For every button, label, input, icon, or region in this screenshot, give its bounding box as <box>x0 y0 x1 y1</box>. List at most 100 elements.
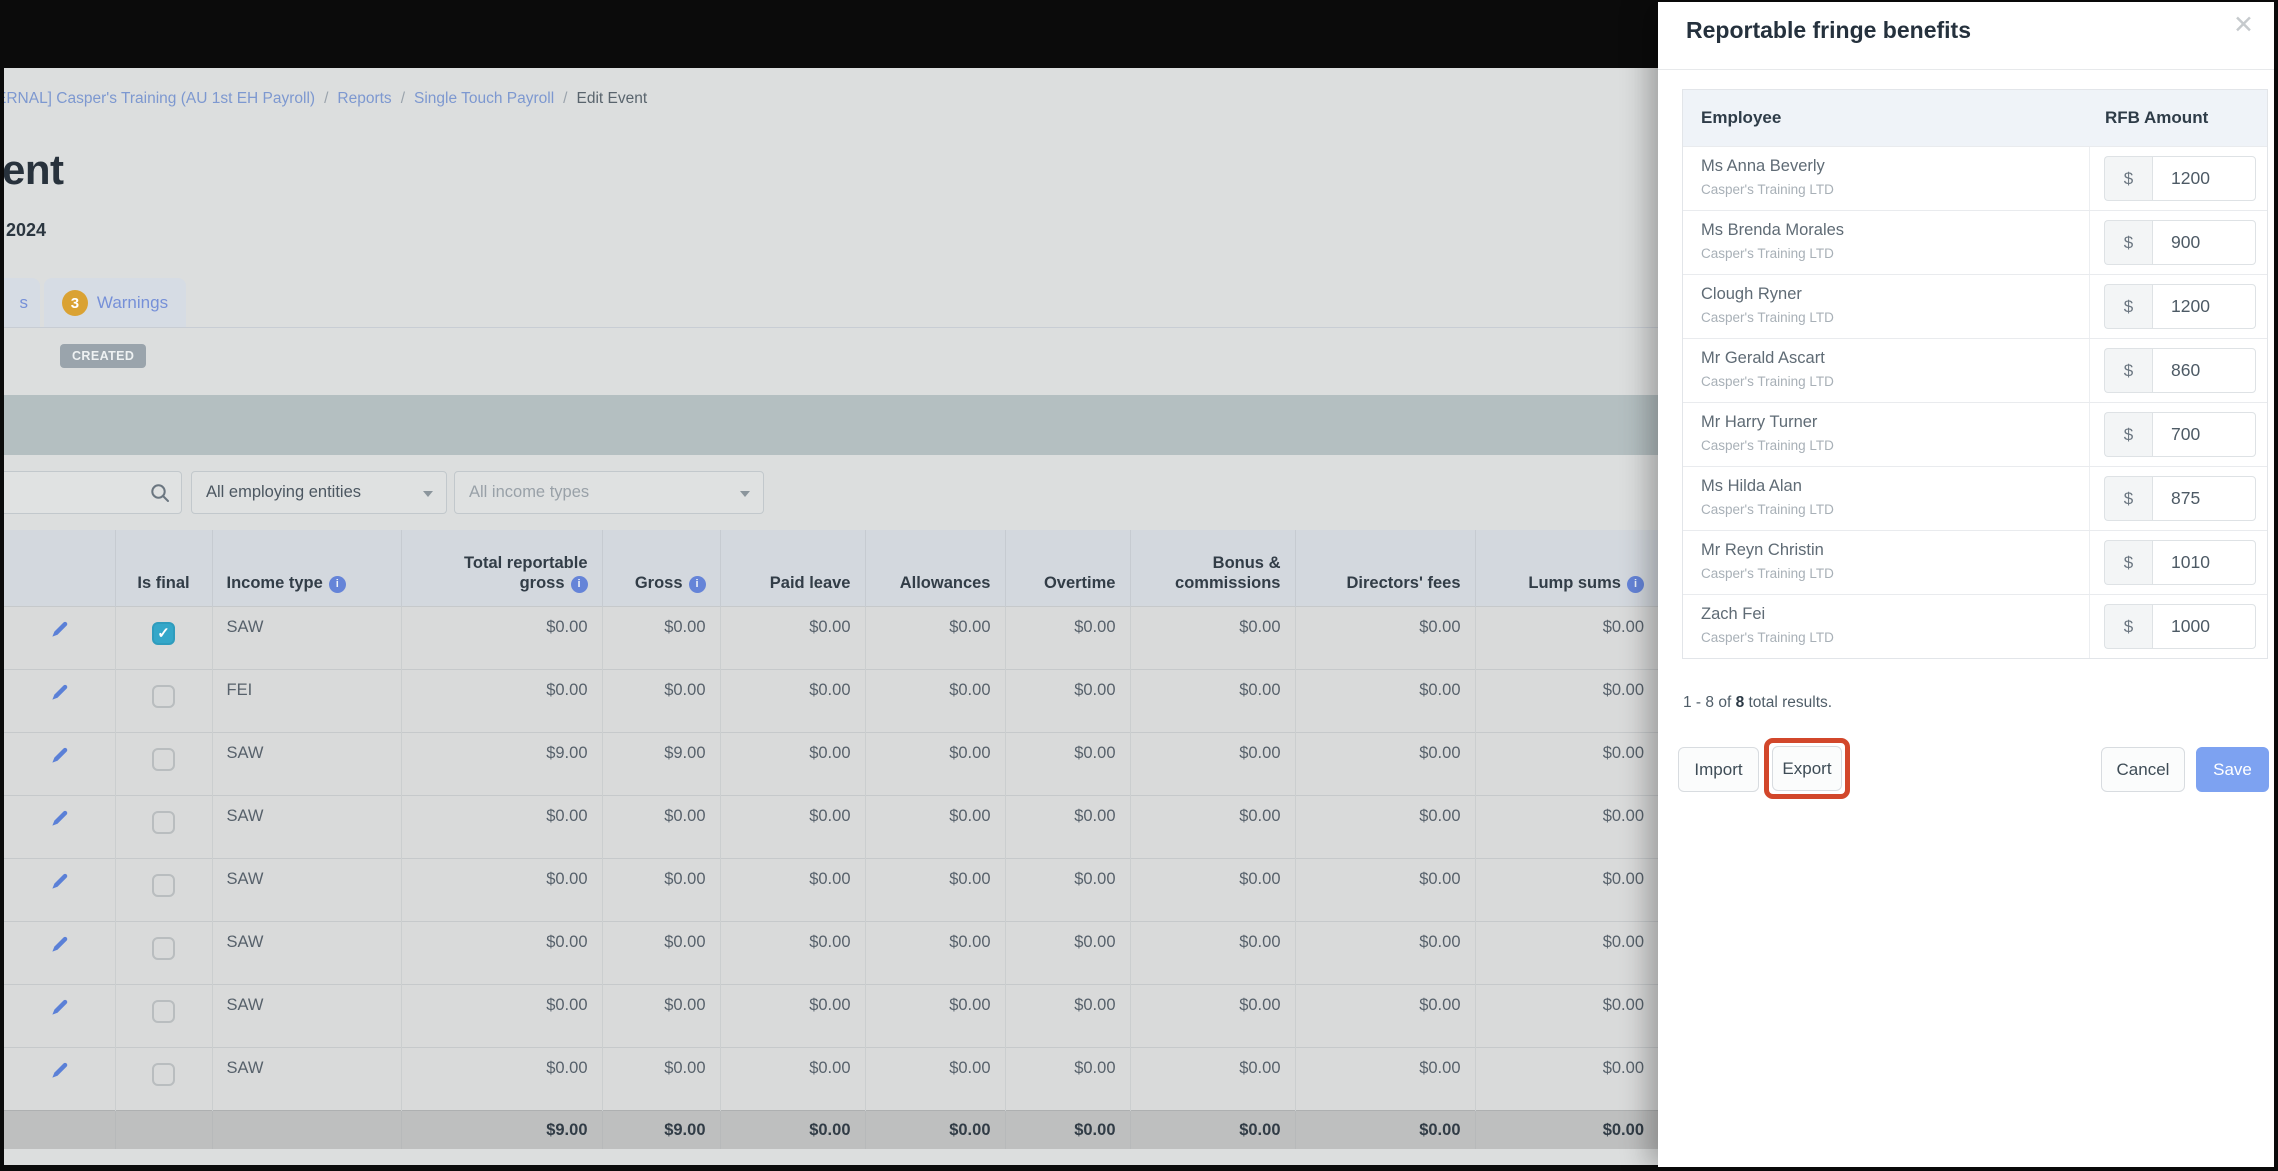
column-header-overtime: Overtime <box>1004 530 1130 607</box>
totals-amount-cell: $0.00 <box>864 1110 1005 1149</box>
edit-pencil-icon[interactable] <box>50 936 69 958</box>
is-final-checkbox[interactable] <box>152 1063 175 1086</box>
is-final-checkbox[interactable] <box>152 937 175 960</box>
panel-title: Reportable fringe benefits <box>1686 17 1971 43</box>
is-final-checkbox[interactable] <box>152 811 175 834</box>
rfb-amount-cell: $ <box>2089 211 2267 274</box>
rfb-amount-input[interactable] <box>2152 604 2256 649</box>
rfb-row: Clough Ryner Casper's Training LTD $ <box>1683 274 2267 338</box>
employee-name: Mr Harry Turner <box>1701 413 1818 431</box>
edit-cell <box>4 606 115 670</box>
breadcrumb-link[interactable]: ERNAL] Casper's Training (AU 1st EH Payr… <box>4 90 315 107</box>
amount-cell: $0.00 <box>1004 984 1130 1048</box>
edit-pencil-icon[interactable] <box>50 1062 69 1084</box>
info-icon[interactable]: i <box>570 576 588 594</box>
rfb-amount-cell: $ <box>2089 339 2267 402</box>
info-icon[interactable]: i <box>1627 576 1644 594</box>
amount-cell: $0.00 <box>601 858 720 922</box>
amount-cell: $0.00 <box>864 732 1005 796</box>
edit-pencil-icon[interactable] <box>50 999 69 1021</box>
amount-cell: $0.00 <box>1294 984 1475 1048</box>
table-row: SAW $0.00 $0.00 $0.00 $0.00 $0.00 $0.00 $0.00 $0… <box>4 921 1658 985</box>
amount-cell: $0.00 <box>1129 1047 1295 1111</box>
amount-cell: $0.00 <box>864 606 1005 670</box>
rfb-amount-input[interactable] <box>2152 476 2256 521</box>
edit-pencil-icon[interactable] <box>50 747 69 769</box>
rfb-amount-input[interactable] <box>2152 412 2256 457</box>
column-header-income_type: Income type i <box>211 530 401 607</box>
rfb-amount-group: $ <box>2104 348 2256 393</box>
tab-partial[interactable]: s <box>4 278 40 328</box>
is-final-checkbox[interactable] <box>152 874 175 897</box>
rfb-amount-input[interactable] <box>2152 156 2256 201</box>
info-icon[interactable]: i <box>688 576 706 594</box>
rfb-amount-input[interactable] <box>2152 348 2256 393</box>
employee-cell: Ms Brenda Morales Casper's Training LTD <box>1683 211 2089 274</box>
rfb-amount-group: $ <box>2104 220 2256 265</box>
amount-cell: $0.00 <box>1294 858 1475 922</box>
is-final-cell <box>114 669 212 733</box>
is-final-checkbox[interactable]: ✓ <box>152 622 175 645</box>
amount-cell: $0.00 <box>400 795 602 859</box>
amount-cell: $0.00 <box>601 669 720 733</box>
export-highlight-annotation: Export <box>1764 738 1850 799</box>
amount-cell: $0.00 <box>1129 858 1295 922</box>
amount-cell: $0.00 <box>864 858 1005 922</box>
employee-company: Casper's Training LTD <box>1701 566 1834 581</box>
import-button[interactable]: Import <box>1678 747 1759 792</box>
chevron-down-icon <box>740 491 750 497</box>
table-row: SAW $0.00 $0.00 $0.00 $0.00 $0.00 $0.00 $0.00 $0… <box>4 984 1658 1048</box>
amount-cell: $0.00 <box>719 858 865 922</box>
is-final-checkbox[interactable] <box>152 685 175 708</box>
info-icon[interactable]: i <box>328 576 346 594</box>
amount-cell: $0.00 <box>400 984 602 1048</box>
employing-entities-select[interactable]: All employing entities <box>191 471 447 514</box>
search-input[interactable] <box>4 476 147 510</box>
amount-cell: $9.00 <box>400 732 602 796</box>
rfb-amount-cell: $ <box>2089 531 2267 594</box>
income-type-cell: FEI <box>211 669 401 733</box>
income-type-cell: SAW <box>211 858 401 922</box>
rfb-amount-group: $ <box>2104 540 2256 585</box>
export-button[interactable]: Export <box>1772 746 1842 791</box>
stp-table: Is final Income type i Total reportable gro… <box>4 530 1658 1149</box>
table-row: SAW $9.00 $9.00 $0.00 $0.00 $0.00 $0.00 $0.00 $0… <box>4 732 1658 796</box>
is-final-checkbox[interactable] <box>152 1000 175 1023</box>
amount-cell: $0.00 <box>601 795 720 859</box>
edit-pencil-icon[interactable] <box>50 621 69 643</box>
tab-warnings[interactable]: 3 Warnings <box>44 278 186 328</box>
rfb-amount-cell: $ <box>2089 403 2267 466</box>
totals-empty-cell <box>114 1110 212 1149</box>
edit-cell <box>4 921 115 985</box>
search-box[interactable] <box>4 471 182 514</box>
rfb-amount-input[interactable] <box>2152 284 2256 329</box>
rfb-amount-input[interactable] <box>2152 540 2256 585</box>
amount-cell: $0.00 <box>719 795 865 859</box>
amount-cell: $0.00 <box>1474 984 1658 1048</box>
is-final-checkbox[interactable] <box>152 748 175 771</box>
rfb-amount-input[interactable] <box>2152 220 2256 265</box>
close-icon[interactable]: ✕ <box>2233 13 2254 38</box>
column-label: Paid leave <box>769 574 851 593</box>
amount-cell: $0.00 <box>864 984 1005 1048</box>
breadcrumb-separator: / <box>563 90 568 107</box>
amount-cell: $0.00 <box>864 921 1005 985</box>
edit-pencil-icon[interactable] <box>50 873 69 895</box>
column-label: Bonus & commissions <box>1175 553 1281 593</box>
employee-company: Casper's Training LTD <box>1701 374 1834 389</box>
amount-cell: $0.00 <box>601 921 720 985</box>
cancel-button[interactable]: Cancel <box>2101 747 2185 792</box>
breadcrumb-link[interactable]: Reports <box>337 90 391 107</box>
panel-divider <box>1658 69 2274 70</box>
totals-amount-cell: $0.00 <box>1004 1110 1130 1149</box>
income-types-select[interactable]: All income types <box>454 471 764 514</box>
save-button[interactable]: Save <box>2196 747 2269 792</box>
totals-amount-cell: $0.00 <box>1294 1110 1475 1149</box>
stp-table-totals-row: $9.00 $9.00 $0.00 $0.00 $0.00 $0.00 $0.00 $0.00 <box>4 1110 1658 1149</box>
breadcrumb-link[interactable]: Single Touch Payroll <box>414 90 554 107</box>
employing-entities-value: All employing entities <box>206 483 361 501</box>
currency-addon: $ <box>2104 540 2152 585</box>
edit-pencil-icon[interactable] <box>50 684 69 706</box>
amount-cell: $0.00 <box>1294 921 1475 985</box>
edit-pencil-icon[interactable] <box>50 810 69 832</box>
